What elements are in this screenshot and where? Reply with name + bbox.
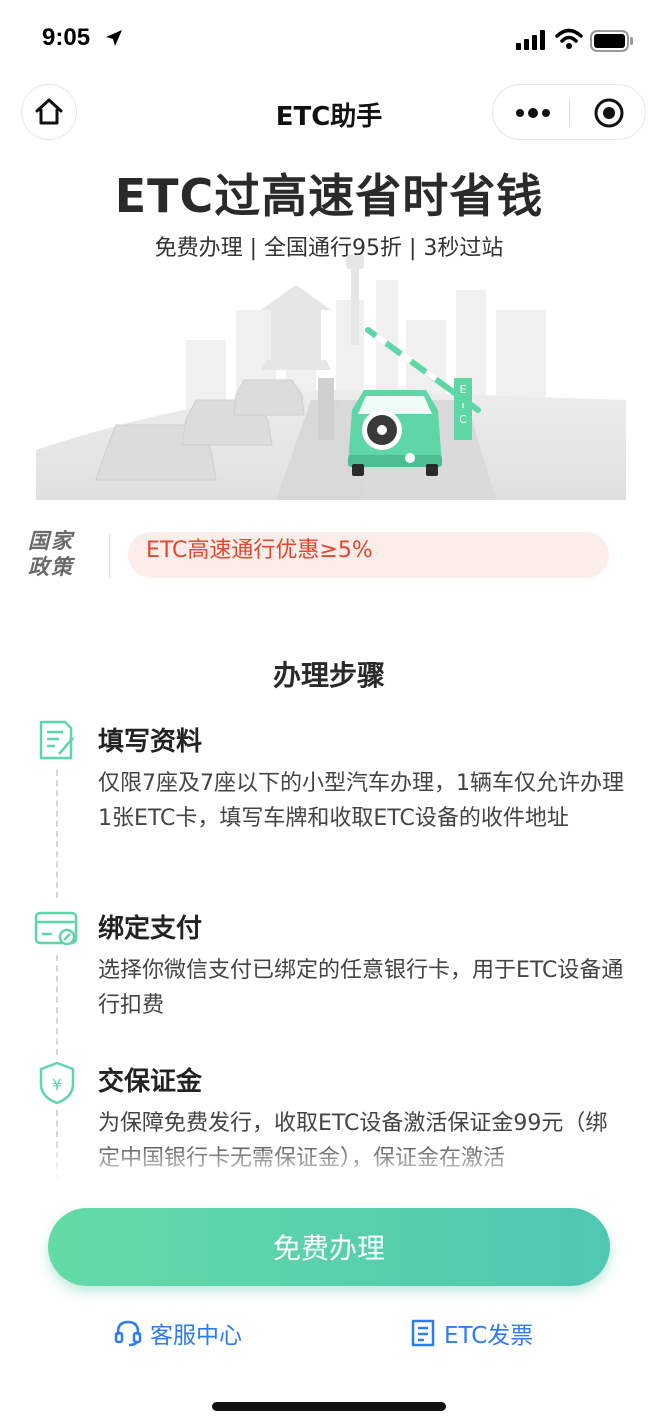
status-bar: 9:05	[0, 0, 658, 80]
hero-title: ETC过高速省时省钱	[114, 169, 544, 223]
step-title: 填写资料	[98, 727, 203, 757]
close-mini-program-icon[interactable]	[593, 97, 625, 129]
wifi-icon	[555, 28, 583, 49]
content-fade	[0, 1140, 658, 1184]
etc-invoice-link[interactable]: ETC发票	[410, 1316, 533, 1350]
svg-text:C: C	[459, 413, 467, 426]
svg-text:¥: ¥	[52, 1075, 62, 1094]
step-description: 仅限7座及7座以下的小型汽车办理，1辆车仅允许办理1张ETC卡，填写车牌和收取E…	[98, 771, 624, 831]
home-indicator[interactable]	[212, 1402, 446, 1411]
step-description: 选择你微信支付已绑定的任意银行卡，用于ETC设备通行扣费	[98, 958, 624, 1018]
green-car	[348, 390, 442, 476]
card-link-icon	[34, 911, 78, 946]
policy-separator	[109, 534, 110, 578]
step-title: 绑定支付	[98, 914, 203, 944]
cellular-signal-icon	[516, 30, 545, 50]
customer-service-link[interactable]: 客服中心	[114, 1316, 242, 1350]
free-apply-label: 免费办理	[272, 1232, 385, 1265]
status-time: 9:05	[42, 24, 91, 51]
etc-invoice-label: ETC发票	[444, 1323, 534, 1349]
timeline-dashed-line	[56, 955, 58, 1055]
national-policy-logo: 国家 政策	[28, 528, 94, 580]
mini-program-capsule	[492, 84, 646, 140]
customer-service-label: 客服中心	[150, 1323, 242, 1349]
policy-logo-line2: 政策	[28, 555, 74, 579]
highway-toll-illustration: E T C	[36, 255, 626, 500]
form-edit-icon	[39, 720, 74, 760]
more-options-icon[interactable]	[515, 107, 551, 119]
headset-icon	[114, 1320, 142, 1347]
free-apply-button[interactable]: 免费办理	[48, 1208, 610, 1286]
capsule-divider	[569, 99, 570, 127]
shield-yuan-icon: ¥	[39, 1061, 75, 1105]
policy-text: ETC高速通行优惠≥5%	[146, 538, 373, 563]
steps-title: 办理步骤	[272, 659, 385, 692]
step-title: 交保证金	[98, 1067, 203, 1097]
invoice-icon	[411, 1319, 435, 1347]
battery-icon	[590, 30, 633, 52]
policy-logo-line1: 国家	[28, 529, 74, 553]
timeline-dashed-line	[56, 770, 58, 898]
location-arrow-icon	[106, 30, 122, 46]
